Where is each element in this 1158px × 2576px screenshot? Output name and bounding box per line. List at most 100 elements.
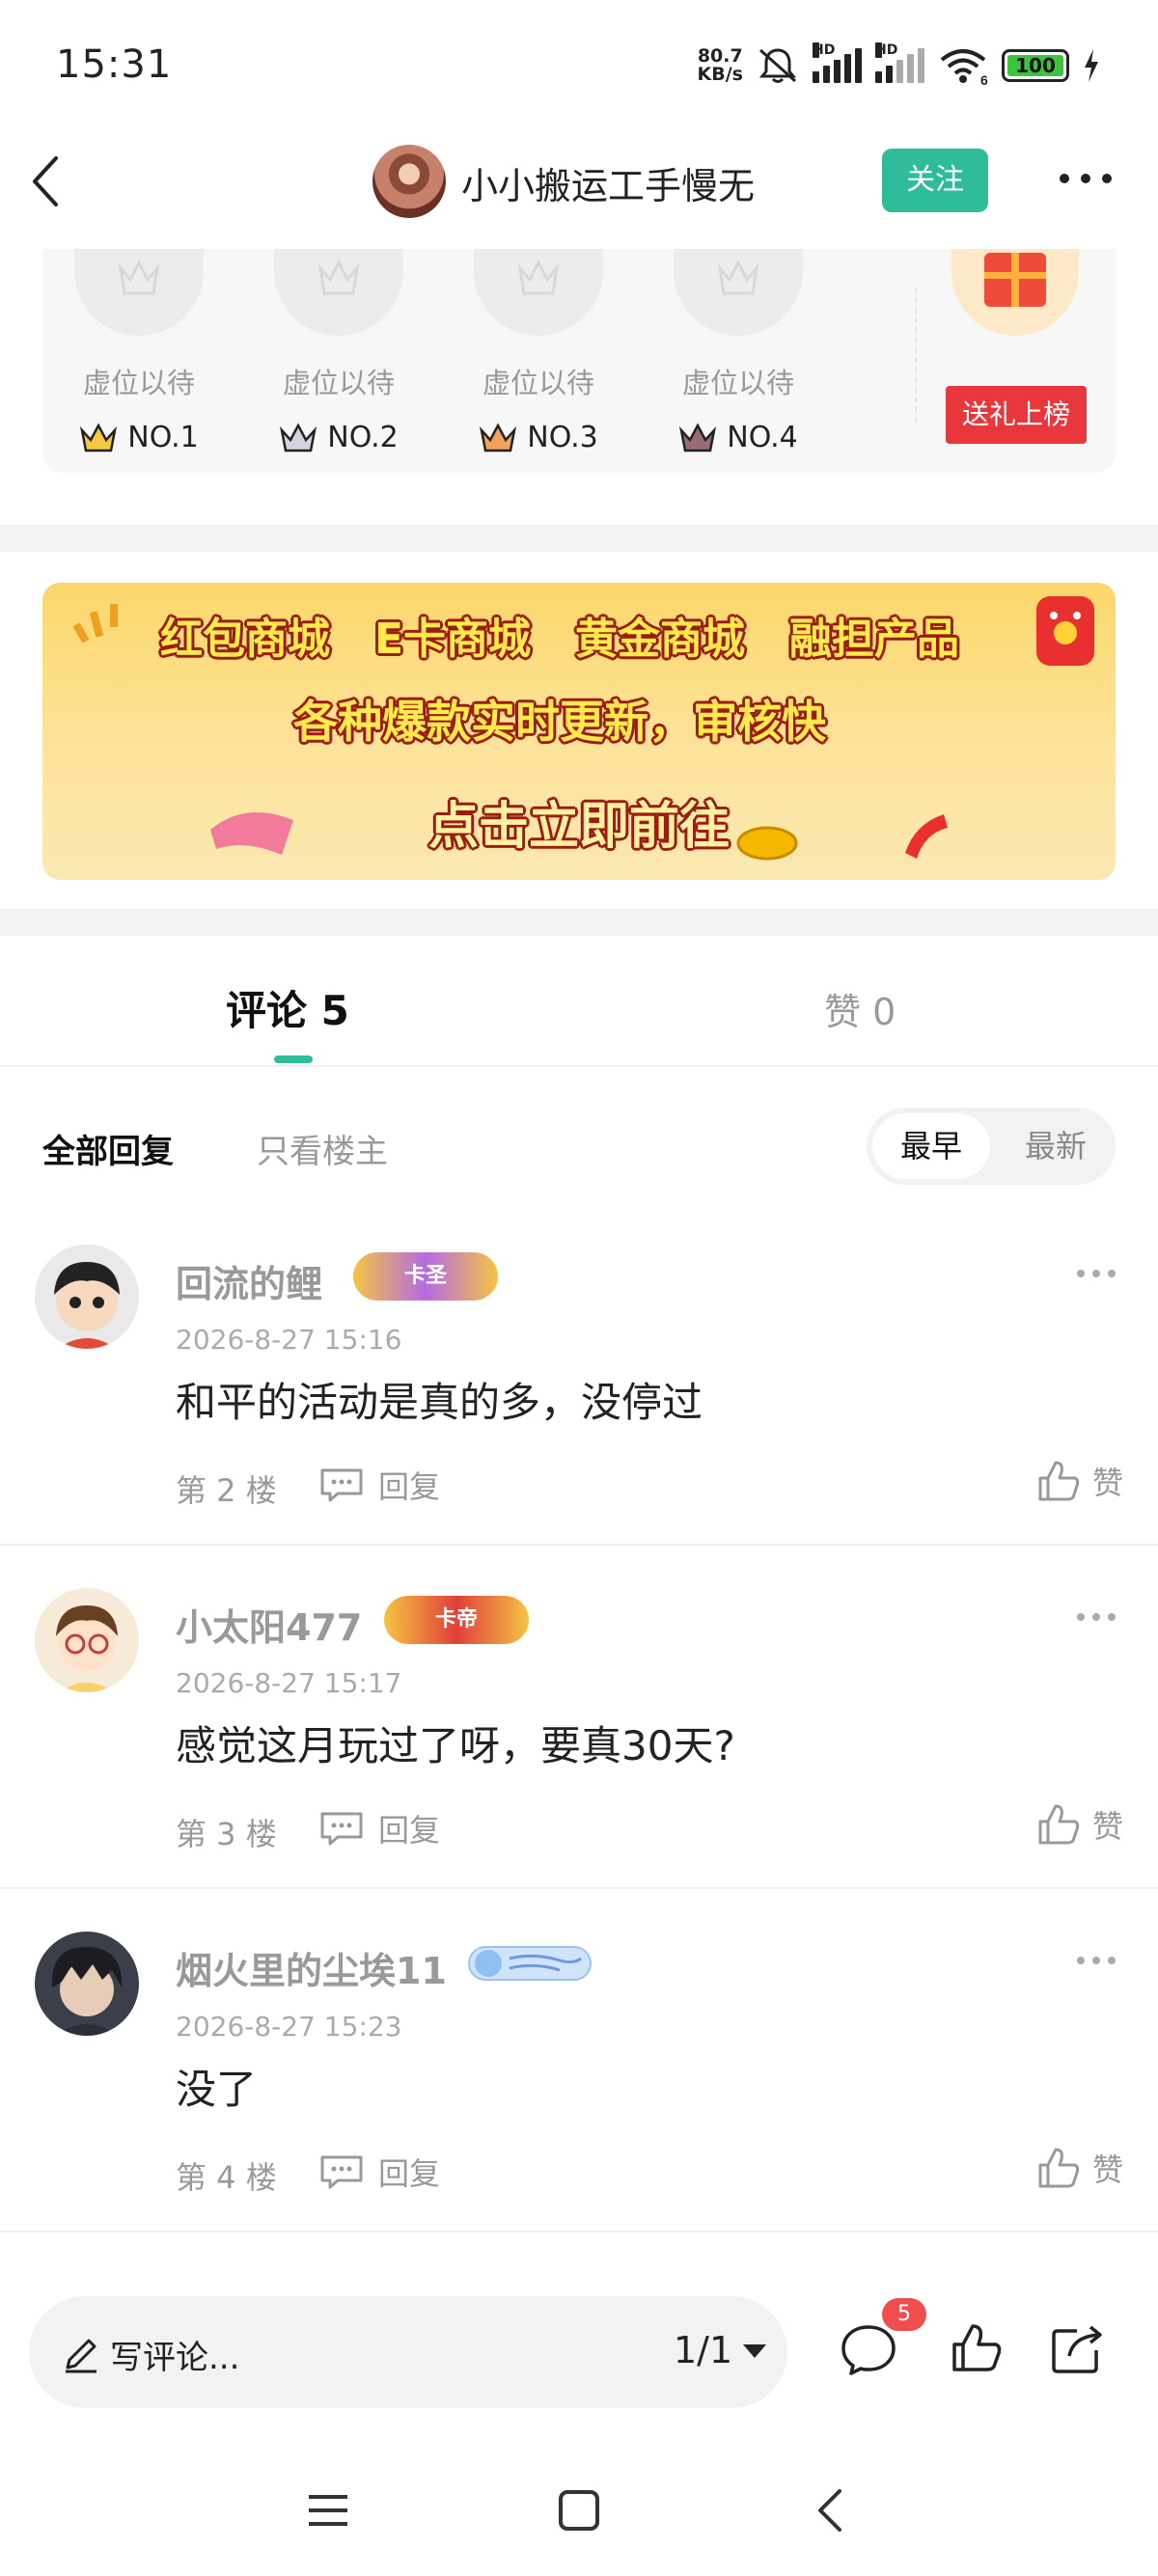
charging-icon (1085, 49, 1098, 82)
section-divider (0, 525, 1158, 552)
comment-text: 感觉这月玩过了呀，要真30天? (176, 1722, 735, 1769)
empty-seat (674, 249, 803, 336)
comment-time: 2026-8-27 15:17 (176, 1667, 402, 1699)
rank-slot-4: 虚位以待 NO.4 (661, 249, 815, 454)
author-name[interactable]: 小小搬运工手慢无 (461, 156, 755, 209)
like-button[interactable]: 赞 (1036, 2146, 1123, 2190)
reply-icon (320, 1468, 363, 1502)
comment-time: 2026-8-27 15:23 (176, 2011, 402, 2042)
comment-text: 和平的活动是真的多，没停过 (176, 1379, 703, 1426)
home-icon[interactable] (558, 2489, 600, 2532)
battery-icon: 100 (1002, 49, 1069, 82)
like-button[interactable]: 赞 (1036, 1459, 1123, 1503)
menu-icon[interactable] (307, 2489, 349, 2532)
banner-cta: 点击立即前往 (427, 798, 730, 856)
status-icons: 80.7 KB/s HD HD 6 100 (697, 42, 1100, 87)
banner-item: 融担产品 (789, 615, 960, 664)
filter-all-replies[interactable]: 全部回复 (42, 1125, 174, 1172)
floor-number: 第 2 楼 (176, 1472, 277, 1509)
sort-latest-button[interactable]: 最新 (1002, 1113, 1110, 1179)
author-avatar[interactable] (372, 145, 446, 218)
comment-time: 2026-8-27 15:16 (176, 1324, 402, 1356)
comment-author[interactable]: 烟火里的尘埃11 (176, 1941, 447, 1994)
divider (0, 1065, 1158, 1067)
divider (0, 2231, 1158, 2233)
crown-gold-icon (80, 422, 118, 452)
send-gift-button[interactable]: 送礼上榜 (946, 386, 1087, 444)
fan-badge-icon (468, 1946, 592, 1981)
comment-item: 小太阳477 卡帝 2026-8-27 15:17 感觉这月玩过了呀，要真30天… (0, 1588, 1158, 1932)
rank-badge: 卡帝 (384, 1596, 529, 1644)
red-ribbon-icon (905, 814, 948, 859)
comment-author[interactable]: 小太阳477 (176, 1598, 362, 1651)
section-divider (0, 909, 1158, 936)
avatar[interactable] (35, 1932, 139, 2036)
sort-earliest-button[interactable]: 最早 (872, 1113, 990, 1179)
comment-more-icon[interactable] (1077, 1613, 1116, 1621)
comment-bubble-icon[interactable] (840, 2321, 897, 2375)
empty-seat (474, 249, 603, 336)
empty-seat (274, 249, 403, 336)
rank-slot-1: 虚位以待 NO.1 (62, 249, 216, 454)
more-options-icon[interactable] (1060, 164, 1117, 193)
comment-input[interactable]: 写评论... 1/1 (29, 2296, 787, 2408)
banner-item: E卡商城 (373, 615, 532, 664)
like-icon[interactable] (950, 2321, 1004, 2375)
ribbon-icon (210, 812, 293, 855)
banner-item: 红包商城 (159, 615, 330, 664)
divider (0, 1887, 1158, 1889)
status-time: 15:31 (56, 42, 173, 87)
system-navigation-bar (0, 2451, 1158, 2576)
comment-text: 没了 (176, 2066, 258, 2113)
page-indicator[interactable]: 1/1 (674, 2329, 732, 2371)
comment-input-placeholder: 写评论... (110, 2339, 240, 2377)
mute-bell-icon (758, 48, 797, 83)
rank-slot-2: 虚位以待 NO.2 (262, 249, 416, 454)
share-icon[interactable] (1050, 2321, 1106, 2375)
rank-badge: 卡圣 (353, 1252, 498, 1301)
active-tab-indicator (274, 1055, 313, 1063)
wifi-icon: 6 (940, 49, 988, 85)
reply-icon (320, 2155, 363, 2189)
signal-2-icon: HD (875, 42, 924, 83)
divider (915, 288, 917, 423)
tab-likes[interactable]: 赞 0 (824, 982, 896, 1035)
caret-down-icon[interactable] (743, 2344, 766, 2358)
comment-item: 回流的鲤 卡圣 2026-8-27 15:16 和平的活动是真的多，没停过 第 … (0, 1245, 1158, 1588)
divider (0, 1544, 1158, 1546)
reply-button[interactable]: 回复 (318, 1463, 440, 1507)
crown-outline-icon (118, 259, 160, 295)
reply-icon (320, 1812, 363, 1846)
bottom-action-bar: 写评论... 1/1 5 (0, 2267, 1158, 2441)
crown-outline-icon (317, 259, 360, 295)
promo-banner[interactable]: 红包商城 E卡商城 黄金商城 融担产品 各种爆款实时更新，审核快 点击立即前往 (42, 583, 1116, 880)
crown-outline-icon (717, 259, 759, 295)
comment-more-icon[interactable] (1077, 1957, 1116, 1964)
like-button[interactable]: 赞 (1036, 1802, 1123, 1847)
floor-number: 第 3 楼 (176, 1816, 277, 1852)
comment-more-icon[interactable] (1077, 1270, 1116, 1277)
nav-back-icon[interactable] (813, 2487, 847, 2534)
reply-button[interactable]: 回复 (318, 1806, 440, 1850)
thumbs-up-icon (1038, 1804, 1080, 1845)
net-speed: 80.7 KB/s (697, 45, 743, 85)
avatar[interactable] (35, 1588, 139, 1692)
filter-op-only[interactable]: 只看楼主 (257, 1125, 388, 1172)
floor-number: 第 4 楼 (176, 2159, 277, 2196)
thumbs-up-icon (1038, 1461, 1080, 1501)
sort-toggle: 最早 最新 (867, 1108, 1116, 1185)
comment-author[interactable]: 回流的鲤 (176, 1254, 322, 1307)
banner-subtitle: 各种爆款实时更新，审核快 (293, 696, 826, 748)
avatar[interactable] (35, 1245, 139, 1349)
rank-slot-3: 虚位以待 NO.3 (461, 249, 616, 454)
thumbs-up-icon (1038, 2148, 1080, 2188)
comment-item: 烟火里的尘埃11 2026-8-27 15:23 没了 第 4 楼 回复 赞 (0, 1932, 1158, 2275)
svg-text:6: 6 (980, 72, 988, 85)
comment-count-badge: 5 (882, 2298, 926, 2331)
reply-button[interactable]: 回复 (318, 2150, 440, 2194)
tab-comments[interactable]: 评论 5 (226, 978, 349, 1037)
back-icon[interactable] (27, 152, 66, 210)
empty-seat (74, 249, 204, 336)
gold-coin-icon (736, 826, 798, 861)
follow-button[interactable]: 关注 (882, 149, 988, 212)
